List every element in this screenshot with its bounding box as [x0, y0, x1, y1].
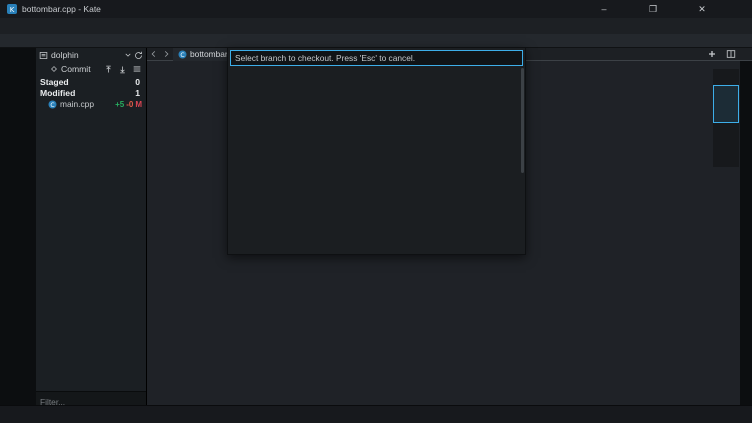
title-bar: K bottombar.cpp - Kate – ❒ ✕: [0, 0, 752, 18]
minimize-button[interactable]: –: [598, 4, 610, 14]
tool-bar: [0, 34, 752, 48]
window-controls: – ❒ ✕: [598, 0, 708, 18]
kate-window: K bottombar.cpp - Kate – ❒ ✕ dolphin Com…: [0, 0, 752, 423]
svg-text:K: K: [10, 6, 15, 14]
close-button[interactable]: ✕: [696, 4, 708, 15]
cpp-file-icon: C: [48, 100, 57, 109]
staged-label: Staged: [40, 77, 69, 87]
kate-app-icon: K: [7, 4, 17, 14]
filter-box: [36, 391, 146, 409]
git-pull-icon[interactable]: [118, 65, 127, 74]
lines-removed: -0: [126, 99, 134, 109]
branch-filter-input[interactable]: Select branch to checkout. Press 'Esc' t…: [230, 50, 523, 66]
file-status-badge: M: [135, 99, 142, 109]
git-sidebar: dolphin Commit Staged 0 Modified 1 C mai…: [36, 48, 147, 409]
minimap-viewport[interactable]: [713, 85, 739, 123]
project-selector[interactable]: dolphin: [36, 48, 146, 62]
project-name: dolphin: [51, 50, 79, 60]
split-view-icon[interactable]: [726, 49, 736, 59]
menu-bar: [0, 18, 752, 34]
commit-label: Commit: [61, 64, 91, 74]
cpp-file-icon: C: [178, 50, 187, 59]
git-push-icon[interactable]: [104, 65, 113, 74]
window-title: bottombar.cpp - Kate: [22, 4, 101, 14]
commit-button[interactable]: Commit: [50, 64, 91, 74]
refresh-icon[interactable]: [134, 51, 143, 60]
branch-checkout-popup: Select branch to checkout. Press 'Esc' t…: [227, 47, 526, 255]
maximize-button[interactable]: ❒: [647, 4, 659, 15]
branch-list: [229, 67, 524, 253]
modified-label: Modified: [40, 88, 76, 98]
modified-count: 1: [135, 88, 140, 98]
forward-icon[interactable]: [160, 50, 173, 58]
project-icon: [39, 51, 48, 60]
chevron-down-icon[interactable]: [125, 52, 131, 58]
branch-list-scrollbar[interactable]: [521, 68, 524, 173]
staged-row[interactable]: Staged 0: [36, 76, 146, 87]
git-menu-icon[interactable]: [132, 64, 142, 74]
modified-row[interactable]: Modified 1: [36, 87, 146, 98]
left-tool-rail: [0, 48, 36, 405]
staged-count: 0: [135, 77, 140, 87]
commit-diamond-icon: [50, 65, 58, 73]
minimap[interactable]: [713, 69, 739, 167]
new-tab-icon[interactable]: [708, 50, 716, 58]
status-bar: [0, 405, 752, 423]
editor-right-gutter: [740, 61, 752, 405]
svg-text:C: C: [50, 102, 54, 109]
git-toolbar: Commit: [36, 62, 146, 76]
lines-added: +5: [115, 99, 125, 109]
back-icon[interactable]: [147, 50, 160, 58]
svg-text:C: C: [180, 52, 184, 59]
modified-file-row[interactable]: C main.cpp +5 -0 M: [36, 98, 146, 110]
file-name: main.cpp: [60, 99, 94, 109]
